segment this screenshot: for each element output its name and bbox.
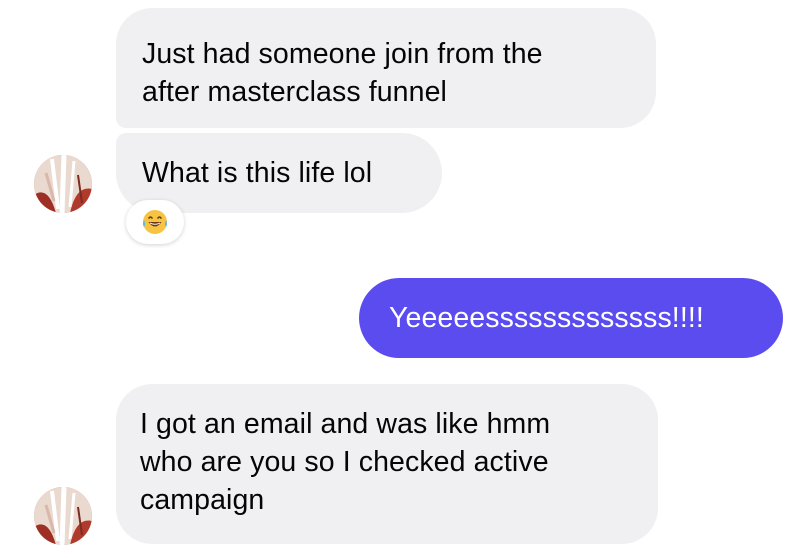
- message-bubble-incoming[interactable]: I got an email and was like hmm who are …: [116, 384, 658, 544]
- contact-avatar[interactable]: [34, 487, 92, 545]
- contact-avatar[interactable]: [34, 155, 92, 213]
- message-bubble-incoming[interactable]: Just had someone join from the after mas…: [116, 8, 656, 128]
- laughing-tears-emoji-icon: [143, 210, 167, 234]
- avatar-image: [34, 155, 92, 213]
- message-reaction[interactable]: [126, 200, 184, 244]
- avatar-image: [34, 487, 92, 545]
- message-bubble-outgoing[interactable]: Yeeeeesssssssssssss!!!!: [359, 278, 783, 358]
